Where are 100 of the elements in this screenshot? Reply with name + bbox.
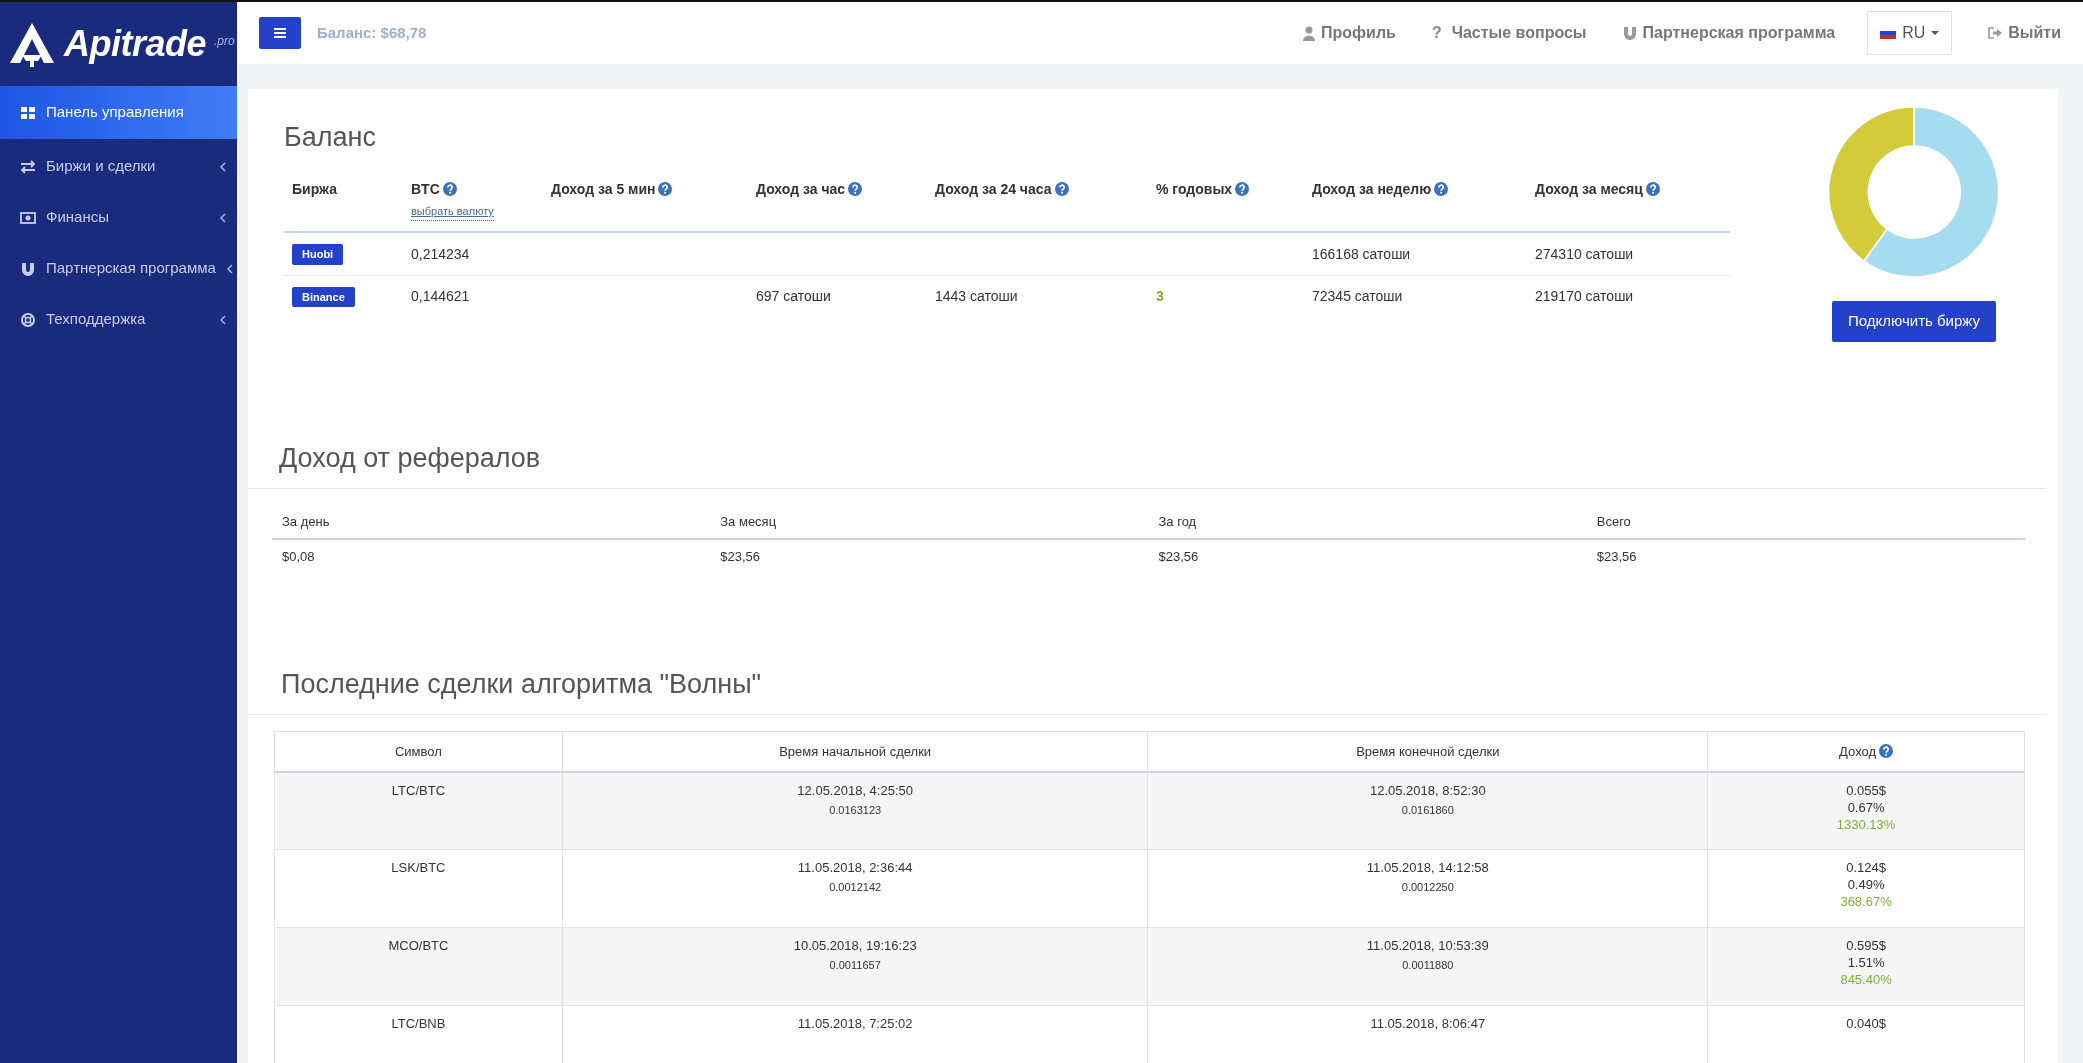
price-text: 0.0012142 xyxy=(828,880,883,895)
currency-link[interactable]: выбрать валюту xyxy=(411,203,494,221)
table-cell: 0,214234 xyxy=(411,245,470,262)
column-header: За месяц xyxy=(720,514,777,530)
table-cell: $23,56 xyxy=(1596,548,1637,564)
help-icon xyxy=(848,182,863,197)
table-cell: 219170 сатоши xyxy=(1535,288,1634,305)
table-cell: $0,08 xyxy=(282,548,315,564)
column-header: Биржа xyxy=(292,181,337,198)
nav-link[interactable]: ? Частые вопросы xyxy=(1431,21,1587,45)
banknote-icon xyxy=(20,210,36,225)
time-text: 11.05.2018, 10:53:39 xyxy=(1365,938,1490,956)
section-title: Баланс xyxy=(284,121,377,154)
logo-suffix: .pro xyxy=(214,33,235,50)
connect-button[interactable]: Подключить биржу xyxy=(1832,301,1996,342)
table-cell: 1443 сатоши xyxy=(935,288,1018,305)
sidebar-item[interactable]: Биржи и сделки xyxy=(0,141,237,192)
percent-text: 0.67% xyxy=(1846,799,1886,817)
price-text: 0.0163123 xyxy=(828,802,883,817)
column-header: Доход xyxy=(1839,743,1877,759)
nav-link[interactable]: Партнерская программа xyxy=(1622,21,1836,45)
symbol-cell-text: LTC/BNB xyxy=(390,1016,447,1034)
income-text: 0.595$ xyxy=(1845,938,1887,956)
column-header: Время начальной сделки xyxy=(779,743,932,759)
help-icon xyxy=(1434,182,1449,197)
table-cell: 274310 сатоши xyxy=(1535,245,1634,262)
time-text: 12.05.2018, 4:25:50 xyxy=(796,782,914,800)
chevron-left-icon xyxy=(219,161,227,172)
price-text: 0.0011880 xyxy=(1401,958,1455,973)
chevron-left-icon xyxy=(225,263,234,274)
exchange-tag: Huobi xyxy=(292,244,344,265)
logout-icon xyxy=(1988,26,2003,40)
symbol-cell-text: LSK/BTC xyxy=(390,860,447,878)
sidebar-item[interactable]: Техподдержка xyxy=(0,294,237,345)
user-icon xyxy=(1303,25,1315,41)
logout-link[interactable]: Выйти xyxy=(1988,21,2061,45)
nav-link[interactable]: Профиль xyxy=(1303,21,1396,45)
help-icon xyxy=(442,182,457,197)
flag-icon xyxy=(1880,27,1897,39)
help-icon xyxy=(658,182,673,197)
annual-percent-text: 368.67% xyxy=(1839,894,1893,911)
column-header: Доход за месяц xyxy=(1535,181,1643,198)
column-header: Доход за 5 мин xyxy=(551,181,656,198)
balance-text: Баланс: $68,78 xyxy=(317,22,427,43)
section-title: Последние сделки алгоритма "Волны" xyxy=(280,667,763,701)
table-cell: 697 сатоши xyxy=(756,288,831,305)
help-icon xyxy=(1235,182,1250,197)
table-cell: 72345 сатоши xyxy=(1312,288,1403,305)
income-text: 0.040$ xyxy=(1845,1016,1887,1034)
sidebar-item[interactable]: Панель управления xyxy=(0,86,237,139)
help-icon xyxy=(1054,182,1069,197)
sidebar-item[interactable]: Финансы xyxy=(0,192,237,243)
percent-text: 0.49% xyxy=(1846,877,1886,895)
menu-icon xyxy=(274,28,286,38)
logo-text: Apitrade xyxy=(64,22,207,66)
income-text: 0.124$ xyxy=(1845,860,1887,878)
menu-button[interactable] xyxy=(259,17,301,49)
exchange-tag: Binance xyxy=(292,286,355,308)
magnet-icon xyxy=(1622,26,1637,40)
price-text: 0.0011657 xyxy=(828,958,882,973)
logo-icon xyxy=(8,21,56,67)
chevron-left-icon xyxy=(219,212,227,223)
column-header: За день xyxy=(282,514,330,530)
time-text: 10.05.2018, 19:16:23 xyxy=(792,938,918,956)
time-text: 11.05.2018, 14:12:58 xyxy=(1365,860,1490,878)
language-button[interactable]: RU xyxy=(1867,11,1953,55)
table-cell: 166168 сатоши xyxy=(1312,245,1411,262)
income-text: 0.055$ xyxy=(1845,782,1887,800)
section-title: Доход от рефералов xyxy=(278,441,542,475)
time-text: 11.05.2018, 8:06:47 xyxy=(1369,1016,1487,1034)
lifebuoy-icon xyxy=(20,312,36,327)
sidebar-item[interactable]: Партнерская программа xyxy=(0,243,237,294)
column-header: Доход за 24 часа xyxy=(935,181,1052,198)
arrows-icon xyxy=(20,159,36,174)
symbol-cell-text: LTC/BTC xyxy=(390,782,447,800)
column-header: % годовых xyxy=(1156,181,1233,198)
table-cell: 3 xyxy=(1156,288,1164,305)
caret-icon xyxy=(1931,31,1940,35)
chevron-left-icon xyxy=(219,314,227,325)
help-icon xyxy=(1645,182,1660,197)
symbol-cell-text: MCO/BTC xyxy=(387,938,450,956)
table-cell: $23,56 xyxy=(720,548,760,564)
time-text: 12.05.2018, 8:52:30 xyxy=(1368,782,1487,800)
column-header: Символ xyxy=(394,743,442,759)
annual-percent-text: 845.40% xyxy=(1839,972,1893,989)
question-icon: ? xyxy=(1431,21,1442,45)
column-header: Всего xyxy=(1596,514,1631,530)
column-header: Доход за неделю xyxy=(1312,181,1432,198)
column-header: Доход за час xyxy=(756,181,846,198)
column-header: Время конечной сделки xyxy=(1356,743,1500,759)
column-header: За год xyxy=(1158,514,1197,530)
percent-text: 1.51% xyxy=(1846,955,1886,973)
column-header: BTC xyxy=(411,181,440,198)
table-cell: 0,144621 xyxy=(411,288,470,305)
help-icon xyxy=(1879,743,1894,758)
time-text: 11.05.2018, 2:36:44 xyxy=(796,860,914,878)
price-text: 0.0012250 xyxy=(1400,880,1455,895)
table-cell: $23,56 xyxy=(1158,548,1199,564)
annual-percent-text: 1330.13% xyxy=(1835,816,1897,834)
magnet-icon xyxy=(20,261,36,276)
